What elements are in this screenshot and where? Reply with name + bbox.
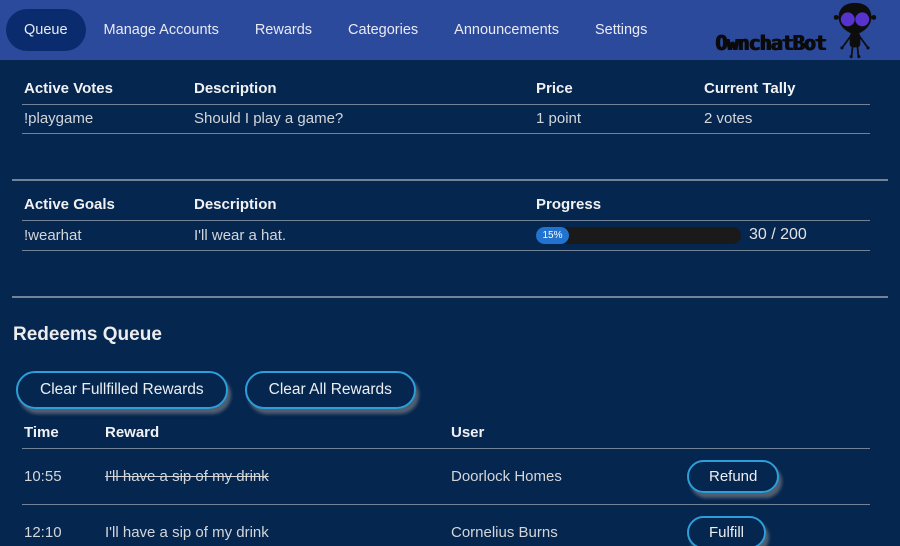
tab-manage-accounts[interactable]: Manage Accounts [86, 9, 237, 51]
vote-price: 1 point [534, 105, 702, 134]
tab-categories[interactable]: Categories [330, 9, 436, 51]
redeem-user: Doorlock Homes [449, 449, 685, 505]
tab-announcements[interactable]: Announcements [436, 9, 577, 51]
redeems-header-row: Time Reward User [22, 424, 870, 449]
tab-queue[interactable]: Queue [6, 9, 86, 51]
col-time: Time [22, 424, 103, 449]
table-row: !wearhat I'll wear a hat. 15% 30 / 200 [22, 221, 870, 251]
section-divider [12, 296, 888, 298]
table-row: 10:55 I'll have a sip of my drink Doorlo… [22, 449, 870, 505]
redeem-reward: I'll have a sip of my drink [103, 505, 449, 546]
fulfill-button[interactable]: Fulfill [687, 516, 766, 546]
clear-fulfilled-rewards-button[interactable]: Clear Fullfilled Rewards [16, 371, 228, 409]
col-current-tally: Current Tally [702, 80, 870, 105]
app-logo: OwnchatBot [716, 0, 900, 60]
goal-command: !wearhat [22, 221, 192, 251]
col-user: User [449, 424, 685, 449]
col-progress: Progress [534, 196, 870, 221]
progress-bar-fill: 15% [536, 227, 569, 244]
progress-count: 30 / 200 [749, 226, 807, 244]
col-price: Price [534, 80, 702, 105]
page-content: Active Votes Description Price Current T… [0, 80, 900, 546]
col-reward: Reward [103, 424, 449, 449]
col-active-votes: Active Votes [22, 80, 192, 105]
redeems-actions: Clear Fullfilled Rewards Clear All Rewar… [16, 371, 888, 409]
table-row: 12:10 I'll have a sip of my drink Cornel… [22, 505, 870, 546]
col-description: Description [192, 196, 534, 221]
redeem-reward: I'll have a sip of my drink [103, 449, 449, 505]
redeem-user: Cornelius Burns [449, 505, 685, 546]
active-votes-header-row: Active Votes Description Price Current T… [22, 80, 870, 105]
refund-button[interactable]: Refund [687, 460, 779, 493]
goal-description: I'll wear a hat. [192, 221, 534, 251]
tab-rewards[interactable]: Rewards [237, 9, 330, 51]
col-active-goals: Active Goals [22, 196, 192, 221]
ownchatbot-robot-icon [826, 1, 884, 59]
navbar: Queue Manage Accounts Rewards Categories… [0, 0, 900, 60]
vote-tally: 2 votes [702, 105, 870, 134]
progress-bar-track: 15% [536, 227, 741, 244]
goal-progress: 15% 30 / 200 [536, 226, 870, 244]
vote-description: Should I play a game? [192, 105, 534, 134]
col-description: Description [192, 80, 534, 105]
redeems-queue-table: Time Reward User 10:55 I'll have a sip o… [22, 424, 870, 546]
tab-settings[interactable]: Settings [577, 9, 665, 51]
logo-wordmark: OwnchatBot [716, 31, 826, 55]
active-votes-table: Active Votes Description Price Current T… [22, 80, 870, 134]
vote-command: !playgame [22, 105, 192, 134]
clear-all-rewards-button[interactable]: Clear All Rewards [245, 371, 416, 409]
redeems-queue-title: Redeems Queue [13, 324, 888, 346]
redeem-time: 12:10 [22, 505, 103, 546]
table-row: !playgame Should I play a game? 1 point … [22, 105, 870, 134]
section-divider [12, 179, 888, 181]
redeem-time: 10:55 [22, 449, 103, 505]
col-action [685, 424, 870, 449]
active-goals-header-row: Active Goals Description Progress [22, 196, 870, 221]
active-goals-table: Active Goals Description Progress !wearh… [22, 196, 870, 251]
